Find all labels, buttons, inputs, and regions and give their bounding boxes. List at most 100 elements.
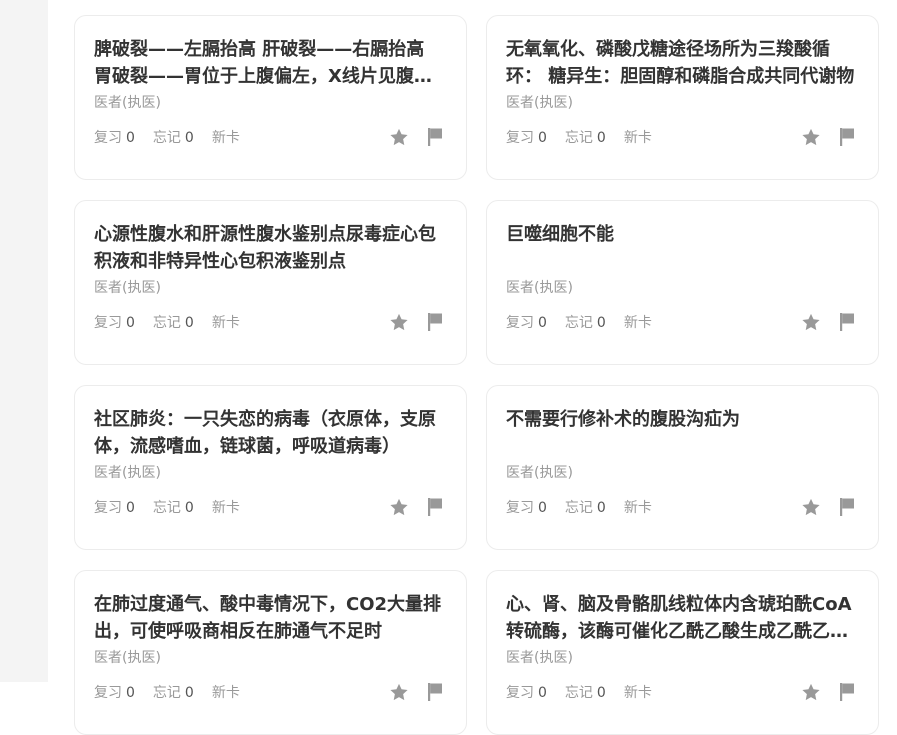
forget-count-value: 0 — [184, 500, 194, 516]
flashcard[interactable]: 脾破裂——左膈抬高 肝破裂——右膈抬高 胃破裂——胃位于上腹偏左，X线片见腹腔游… — [74, 15, 467, 180]
forget-count: 忘记 0 — [153, 127, 194, 147]
forget-count: 忘记 0 — [153, 497, 194, 517]
card-deck-tag: 医者(执医) — [506, 280, 573, 296]
card-title[interactable]: 社区肺炎：一只失恋的病毒（衣原体，支原体，流感嗜血，链球菌，呼吸道病毒） — [94, 406, 446, 460]
card-deck-tag: 医者(执医) — [94, 650, 161, 666]
forget-count-value: 0 — [184, 685, 194, 701]
new-card-status: 新卡 — [623, 315, 652, 331]
flag-icon[interactable] — [424, 681, 446, 703]
card-footer: 复习 0 忘记 0 新卡 — [94, 311, 446, 333]
review-count-value: 0 — [538, 500, 547, 516]
review-label: 复习 — [94, 130, 122, 146]
star-icon[interactable] — [388, 126, 410, 148]
star-icon[interactable] — [800, 496, 822, 518]
forget-count: 忘记 0 — [565, 312, 606, 332]
forget-count: 忘记 0 — [153, 312, 194, 332]
flag-icon[interactable] — [836, 681, 858, 703]
star-icon[interactable] — [388, 681, 410, 703]
card-deck-tag: 医者(执医) — [94, 95, 161, 111]
card-deck-tag: 医者(执医) — [94, 280, 161, 296]
flashcard[interactable]: 社区肺炎：一只失恋的病毒（衣原体，支原体，流感嗜血，链球菌，呼吸道病毒） 医者(… — [74, 385, 467, 550]
flag-icon[interactable] — [424, 496, 446, 518]
review-count: 复习 0 — [94, 682, 135, 702]
flashcard[interactable]: 无氧氧化、磷酸戊糖途径场所为三羧酸循环： 糖异生：胆固醇和磷脂合成共同代谢物 医… — [486, 15, 879, 180]
review-count: 复习 0 — [506, 127, 547, 147]
forget-count-value: 0 — [596, 130, 606, 146]
review-count-value: 0 — [538, 315, 547, 331]
star-icon[interactable] — [388, 311, 410, 333]
flag-icon[interactable] — [424, 126, 446, 148]
card-footer: 复习 0 忘记 0 新卡 — [506, 311, 858, 333]
card-title[interactable]: 无氧氧化、磷酸戊糖途径场所为三羧酸循环： 糖异生：胆固醇和磷脂合成共同代谢物 — [506, 36, 858, 90]
forget-count: 忘记 0 — [565, 127, 606, 147]
card-deck-tag: 医者(执医) — [506, 465, 573, 481]
review-count-value: 0 — [126, 685, 135, 701]
card-title[interactable]: 巨噬细胞不能 — [506, 221, 858, 275]
flashcard[interactable]: 不需要行修补术的腹股沟疝为 医者(执医) 复习 0 忘记 0 新卡 — [486, 385, 879, 550]
review-count-value: 0 — [126, 500, 135, 516]
new-card-status: 新卡 — [211, 685, 240, 701]
review-count: 复习 0 — [506, 312, 547, 332]
new-card-status: 新卡 — [211, 500, 240, 516]
flashcard[interactable]: 在肺过度通气、酸中毒情况下，CO2大量排出，可使呼吸商相反在肺通气不足时 医者(… — [74, 570, 467, 735]
card-title[interactable]: 脾破裂——左膈抬高 肝破裂——右膈抬高 胃破裂——胃位于上腹偏左，X线片见腹腔游… — [94, 36, 446, 90]
forget-label: 忘记 — [564, 315, 593, 331]
flag-icon[interactable] — [836, 496, 858, 518]
card-title[interactable]: 不需要行修补术的腹股沟疝为 — [506, 406, 858, 460]
new-card-status: 新卡 — [211, 315, 240, 331]
card-footer: 复习 0 忘记 0 新卡 — [506, 496, 858, 518]
card-footer: 复习 0 忘记 0 新卡 — [506, 126, 858, 148]
new-card-status: 新卡 — [211, 130, 240, 146]
forget-count-value: 0 — [596, 315, 606, 331]
review-label: 复习 — [94, 500, 122, 516]
review-count-value: 0 — [126, 130, 135, 146]
forget-count: 忘记 0 — [153, 682, 194, 702]
card-title[interactable]: 心源性腹水和肝源性腹水鉴别点尿毒症心包积液和非特异性心包积液鉴别点 — [94, 221, 446, 275]
flashcard[interactable]: 心、肾、脑及骨骼肌线粒体内含琥珀酰CoA转硫酶，该酶可催化乙酰乙酸生成乙酰乙酰C… — [486, 570, 879, 735]
card-deck-tag: 医者(执医) — [506, 650, 573, 666]
forget-count-value: 0 — [596, 685, 606, 701]
review-label: 复习 — [94, 315, 122, 331]
new-card-status: 新卡 — [623, 500, 652, 516]
forget-count: 忘记 0 — [565, 497, 606, 517]
forget-label: 忘记 — [152, 315, 181, 331]
left-sidebar-rail — [0, 0, 48, 682]
review-count: 复习 0 — [506, 497, 547, 517]
review-label: 复习 — [506, 685, 534, 701]
forget-count-value: 0 — [596, 500, 606, 516]
card-footer: 复习 0 忘记 0 新卡 — [94, 496, 446, 518]
flashcard[interactable]: 巨噬细胞不能 医者(执医) 复习 0 忘记 0 新卡 — [486, 200, 879, 365]
forget-label: 忘记 — [564, 130, 593, 146]
flag-icon[interactable] — [836, 126, 858, 148]
star-icon[interactable] — [800, 126, 822, 148]
forget-label: 忘记 — [152, 500, 181, 516]
new-card-status: 新卡 — [623, 130, 652, 146]
card-title[interactable]: 心、肾、脑及骨骼肌线粒体内含琥珀酰CoA转硫酶，该酶可催化乙酰乙酸生成乙酰乙酰C… — [506, 591, 858, 645]
star-icon[interactable] — [388, 496, 410, 518]
review-count: 复习 0 — [94, 312, 135, 332]
review-label: 复习 — [506, 315, 534, 331]
forget-label: 忘记 — [564, 685, 593, 701]
review-count-value: 0 — [126, 315, 135, 331]
flag-icon[interactable] — [836, 311, 858, 333]
review-count-value: 0 — [538, 685, 547, 701]
review-count-value: 0 — [538, 130, 547, 146]
forget-label: 忘记 — [152, 685, 181, 701]
review-label: 复习 — [506, 500, 534, 516]
forget-count-value: 0 — [184, 315, 194, 331]
star-icon[interactable] — [800, 311, 822, 333]
card-deck-tag: 医者(执医) — [506, 95, 573, 111]
review-count: 复习 0 — [94, 497, 135, 517]
card-footer: 复习 0 忘记 0 新卡 — [506, 681, 858, 703]
star-icon[interactable] — [800, 681, 822, 703]
card-grid: 复习 忘记 新卡 复习 忘记 新卡 脾破裂 — [74, 0, 879, 735]
flashcard[interactable]: 心源性腹水和肝源性腹水鉴别点尿毒症心包积液和非特异性心包积液鉴别点 医者(执医)… — [74, 200, 467, 365]
forget-count: 忘记 0 — [565, 682, 606, 702]
card-title[interactable]: 在肺过度通气、酸中毒情况下，CO2大量排出，可使呼吸商相反在肺通气不足时 — [94, 591, 446, 645]
review-label: 复习 — [94, 685, 122, 701]
flag-icon[interactable] — [424, 311, 446, 333]
forget-count-value: 0 — [184, 130, 194, 146]
review-count: 复习 0 — [94, 127, 135, 147]
card-footer: 复习 0 忘记 0 新卡 — [94, 126, 446, 148]
new-card-status: 新卡 — [623, 685, 652, 701]
